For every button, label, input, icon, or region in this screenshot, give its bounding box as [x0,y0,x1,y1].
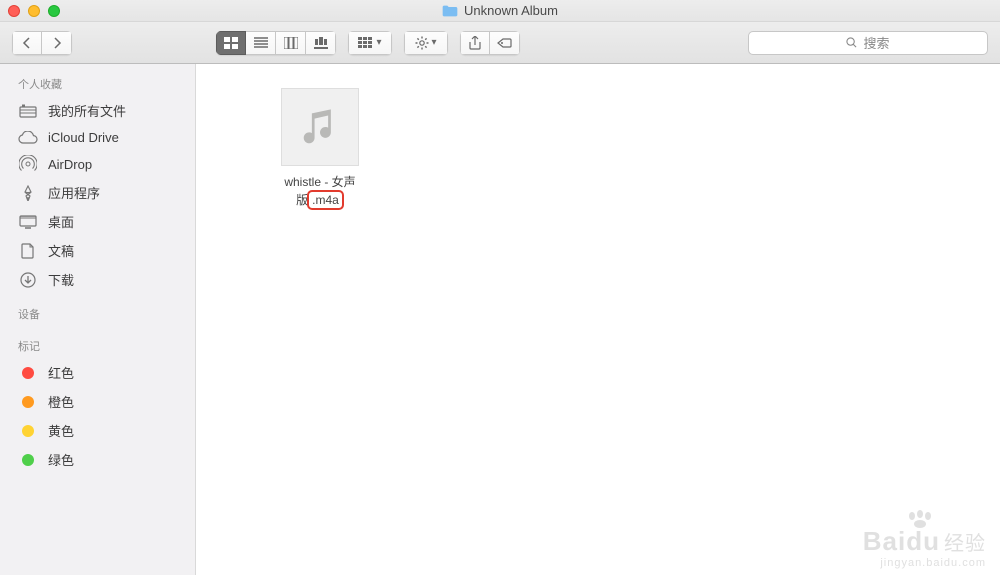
file-extension-highlight: .m4a [307,190,344,210]
chevron-down-icon: ▾ [431,37,436,48]
chevron-down-icon: ▾ [376,37,381,48]
back-button[interactable] [12,31,42,55]
sidebar-tag-red[interactable]: 红色 [0,358,195,387]
desktop-icon [18,215,38,229]
sidebar: 个人收藏 我的所有文件 iCloud Drive AirDrop 应用程序 桌面… [0,64,196,575]
watermark-ch: 经验 [944,533,986,555]
watermark-main: Bai [863,526,906,556]
search-input[interactable]: 搜索 [748,31,988,55]
search-icon [846,37,857,48]
share-button[interactable] [460,31,490,55]
music-note-icon [303,108,337,146]
search-placeholder: 搜索 [863,33,889,52]
tag-dot-icon [22,454,34,466]
paw-icon [906,510,934,528]
list-icon [254,37,268,49]
sidebar-item-documents[interactable]: 文稿 [0,236,195,265]
list-view-button[interactable] [246,31,276,55]
tag-dot-icon [22,425,34,437]
coverflow-view-button[interactable] [306,31,336,55]
file-name-line1: whistle - 女声 [284,175,355,189]
action-button[interactable]: ▾ [404,31,448,55]
column-view-button[interactable] [276,31,306,55]
close-button[interactable] [8,5,20,17]
arrange-group: ▾ [348,31,392,55]
sidebar-item-label: AirDrop [48,157,92,172]
sidebar-item-label: 绿色 [48,450,74,469]
sidebar-item-all-files[interactable]: 我的所有文件 [0,96,195,125]
file-label: whistle - 女声 版.m4a [260,174,380,210]
sidebar-item-label: 桌面 [48,212,74,231]
chevron-right-icon [52,37,62,49]
sidebar-item-label: 橙色 [48,392,74,411]
sidebar-item-icloud[interactable]: iCloud Drive [0,125,195,150]
sidebar-item-airdrop[interactable]: AirDrop [0,150,195,178]
icloud-icon [18,131,38,144]
tag-dot-icon [22,396,34,408]
sidebar-tag-yellow[interactable]: 黄色 [0,416,195,445]
titlebar: Unknown Album [0,0,1000,22]
window-controls [8,5,60,17]
sidebar-item-label: 应用程序 [48,183,100,202]
watermark: Baidu经验 jingyan.baidu.com [863,526,986,569]
coverflow-icon [314,37,328,49]
share-icon [469,36,481,50]
arrange-button[interactable]: ▾ [348,31,392,55]
arrange-icon [358,37,374,49]
maximize-button[interactable] [48,5,60,17]
sidebar-item-label: iCloud Drive [48,130,119,145]
sidebar-item-downloads[interactable]: 下载 [0,265,195,294]
window-title-text: Unknown Album [464,3,558,18]
icon-view-button[interactable] [216,31,246,55]
sidebar-tag-orange[interactable]: 橙色 [0,387,195,416]
action-group: ▾ [404,31,448,55]
sidebar-item-applications[interactable]: 应用程序 [0,178,195,207]
downloads-icon [18,272,38,288]
tags-header: 标记 [0,334,195,358]
columns-icon [284,37,298,49]
chevron-left-icon [22,37,32,49]
devices-header: 设备 [0,302,195,326]
gear-icon [415,36,429,50]
content-area[interactable]: whistle - 女声 版.m4a Baidu经验 jingyan.baidu… [196,64,1000,575]
forward-button[interactable] [42,31,72,55]
toolbar: ▾ ▾ 搜索 [0,22,1000,64]
watermark-sub: jingyan.baidu.com [863,557,986,569]
watermark-du: du [906,526,940,556]
grid-icon [224,37,238,49]
airdrop-icon [18,155,38,173]
applications-icon [18,185,38,201]
sidebar-item-label: 黄色 [48,421,74,440]
minimize-button[interactable] [28,5,40,17]
nav-group [12,31,72,55]
file-item[interactable]: whistle - 女声 版.m4a [260,88,380,210]
sidebar-item-label: 红色 [48,363,74,382]
tag-dot-icon [22,367,34,379]
all-files-icon [18,104,38,118]
window-title: Unknown Album [0,3,1000,18]
folder-icon [442,5,458,17]
favorites-header: 个人收藏 [0,72,195,96]
tag-icon [497,37,513,49]
tags-button[interactable] [490,31,520,55]
share-group [460,31,520,55]
sidebar-item-label: 我的所有文件 [48,101,126,120]
file-thumbnail [281,88,359,166]
sidebar-item-desktop[interactable]: 桌面 [0,207,195,236]
documents-icon [18,243,38,259]
sidebar-tag-green[interactable]: 绿色 [0,445,195,474]
sidebar-item-label: 下载 [48,270,74,289]
view-mode-group [216,31,336,55]
sidebar-item-label: 文稿 [48,241,74,260]
